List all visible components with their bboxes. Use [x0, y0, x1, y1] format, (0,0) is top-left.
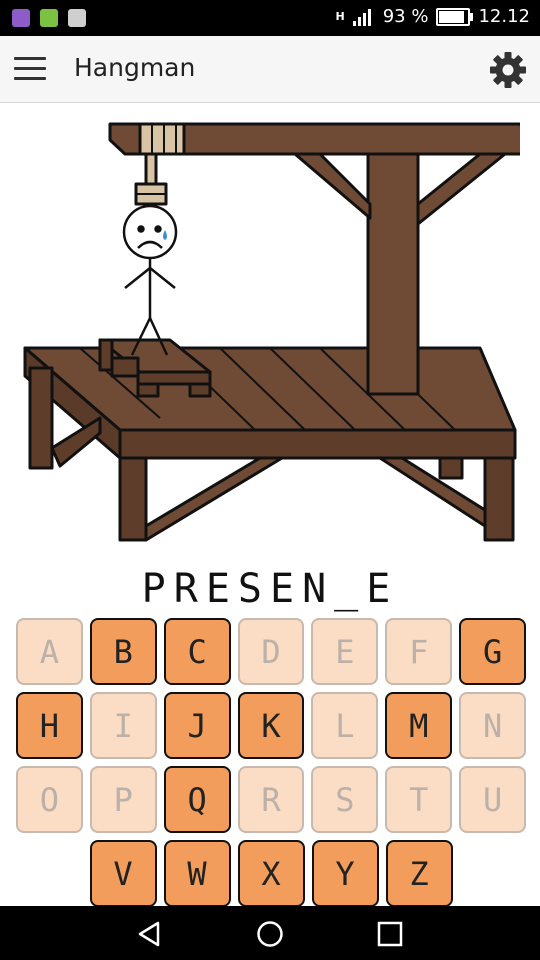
letter-key-h[interactable]: H: [16, 692, 83, 759]
letter-key-s: S: [311, 766, 379, 833]
stickman: [122, 204, 178, 356]
gallows-illustration: [23, 122, 520, 542]
letter-key-n: N: [459, 692, 527, 759]
letter-key-e: E: [311, 618, 379, 685]
battery-icon: [436, 7, 474, 26]
word-display: PRESEN_E: [141, 566, 399, 612]
letter-key-i: I: [89, 692, 157, 759]
letter-key-m[interactable]: M: [385, 692, 453, 759]
clock: 12.12: [478, 6, 530, 27]
letter-key-w[interactable]: W: [163, 840, 231, 907]
network-type-label: H: [335, 10, 345, 23]
keyboard-row: VWXYZ: [16, 840, 526, 907]
letter-key-r: R: [237, 766, 305, 833]
letter-key-c[interactable]: C: [163, 618, 231, 685]
letter-keyboard: ABCDEFG HIJKLMN OPQRSTU VWXYZ: [16, 618, 527, 914]
settings-gear-icon[interactable]: [488, 50, 528, 90]
letter-key-l: L: [311, 692, 379, 759]
letter-key-t: T: [385, 766, 453, 833]
signal-icon: [352, 8, 371, 26]
letter-key-d: D: [237, 618, 305, 685]
letter-key-p: P: [89, 766, 157, 833]
battery-percent: 93 %: [382, 6, 429, 27]
letter-key-x[interactable]: X: [237, 840, 305, 907]
keyboard-row: ABCDEFG: [16, 618, 527, 685]
letter-key-q[interactable]: Q: [163, 766, 231, 833]
letter-key-z[interactable]: Z: [385, 840, 453, 907]
letter-key-f: F: [385, 618, 453, 685]
app-notification-icon: [40, 9, 58, 27]
gallery-icon: [12, 9, 30, 27]
app-bar: Hangman: [0, 36, 540, 103]
recent-apps-icon[interactable]: [376, 920, 404, 948]
letter-key-v[interactable]: V: [89, 840, 157, 907]
app-title: Hangman: [74, 53, 196, 82]
keyboard-row: HIJKLMN: [16, 692, 527, 759]
menu-icon[interactable]: [14, 57, 46, 81]
navigation-bar: [0, 906, 540, 960]
letter-key-g[interactable]: G: [459, 618, 527, 685]
letter-key-o: O: [16, 766, 83, 833]
keyboard-row: OPQRSTU: [16, 766, 527, 833]
status-bar: H 93 % 12.12: [0, 0, 540, 36]
letter-key-a: A: [16, 618, 83, 685]
letter-key-k[interactable]: K: [237, 692, 305, 759]
letter-key-y[interactable]: Y: [311, 840, 379, 907]
status-right: H 93 % 12.12: [336, 6, 530, 27]
back-icon[interactable]: [136, 920, 164, 948]
letter-key-j[interactable]: J: [163, 692, 231, 759]
letter-key-u: U: [459, 766, 527, 833]
notification-icons: [12, 9, 86, 27]
play-store-icon: [68, 9, 86, 27]
home-icon[interactable]: [256, 920, 284, 948]
letter-key-b[interactable]: B: [89, 618, 157, 685]
